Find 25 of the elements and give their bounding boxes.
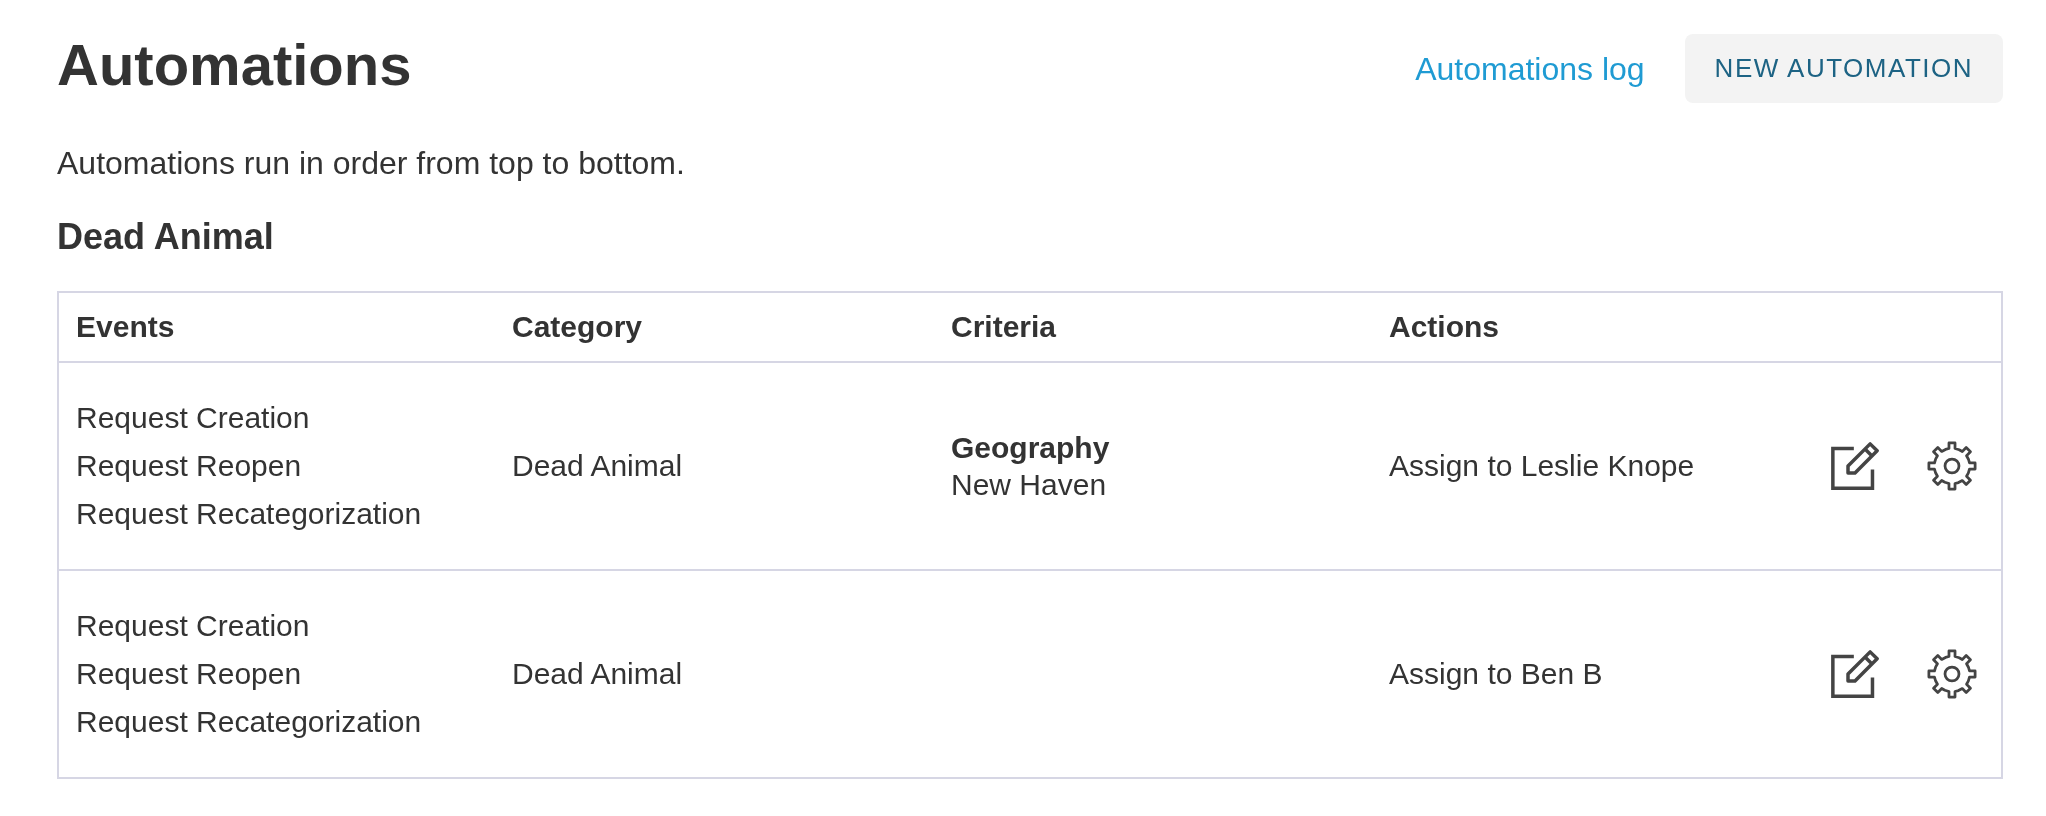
automations-log-link[interactable]: Automations log (1415, 48, 1645, 89)
action-text: Assign to Leslie Knope (1389, 448, 1695, 484)
criteria-value: New Haven (951, 467, 1108, 503)
category-name: Dead Animal (512, 657, 683, 690)
group-heading: Dead Animal (57, 215, 275, 259)
event-name: Request Creation (76, 400, 311, 436)
description-text: Automations run in order from top to bottom. (57, 144, 686, 183)
settings-icon[interactable] (1927, 649, 1977, 699)
event-name: Request Recategorization (76, 704, 423, 740)
column-header: Category (495, 292, 934, 362)
settings-icon[interactable] (1927, 441, 1977, 491)
edit-icon[interactable] (1831, 442, 1879, 490)
event-name: Request Reopen (76, 656, 303, 692)
event-name: Request Reopen (76, 448, 303, 484)
category-name: Dead Animal (512, 449, 683, 482)
column-header: Actions (1372, 292, 2002, 362)
column-header: Events (58, 292, 495, 362)
new-automation-button[interactable]: NEW AUTOMATION (1684, 34, 2003, 103)
event-name: Request Creation (76, 608, 311, 644)
event-name: Request Recategorization (76, 496, 423, 532)
page-title: Automations (57, 34, 412, 96)
column-header: Criteria (934, 292, 1372, 362)
criteria-label: Geography (951, 430, 1111, 466)
edit-icon[interactable] (1831, 650, 1879, 698)
action-text: Assign to Ben B (1389, 656, 1603, 692)
